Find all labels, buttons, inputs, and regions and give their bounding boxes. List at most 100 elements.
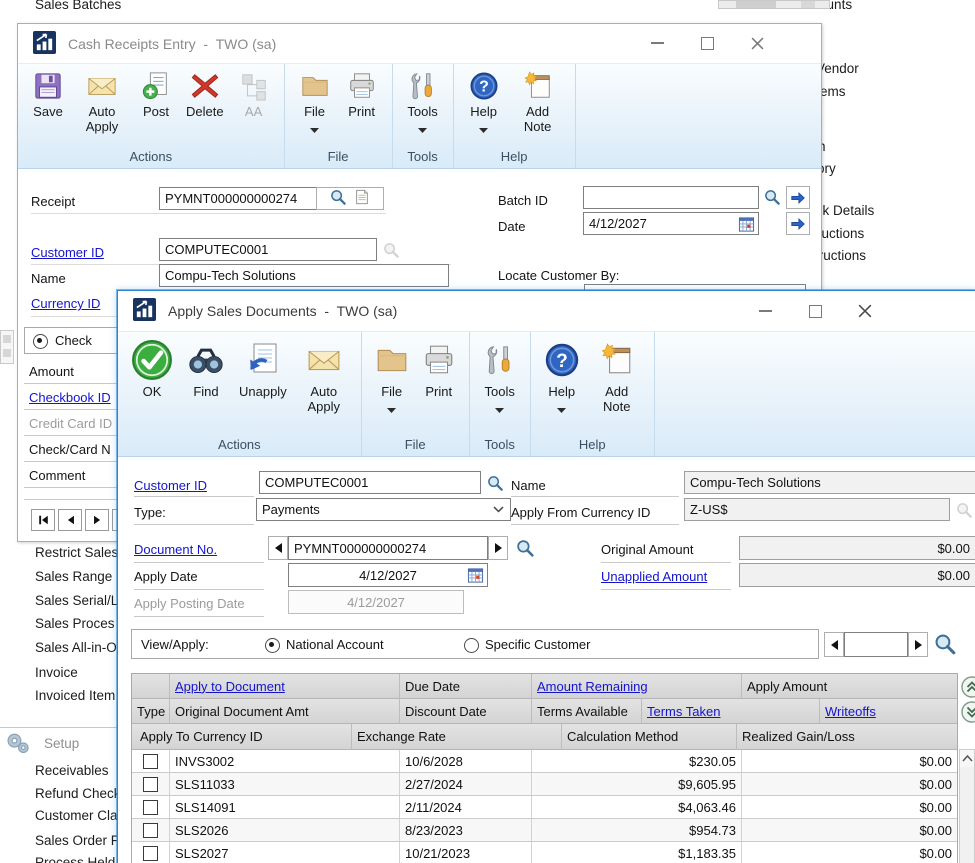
apply-date-field[interactable]: 4/12/2027	[288, 563, 488, 587]
receipt-lookup-group[interactable]	[316, 187, 384, 210]
bg-nav-item[interactable]: Customer Cla	[35, 808, 118, 823]
find-button[interactable]: Find	[186, 337, 226, 400]
national-account-radio[interactable]	[265, 638, 280, 653]
minimize-icon[interactable]	[756, 302, 774, 320]
customer-id-field[interactable]: COMPUTEC0001	[259, 471, 481, 494]
tools-button[interactable]: Tools	[483, 337, 517, 416]
bg-nav-item[interactable]: Sales Range	[35, 569, 112, 584]
lookup-magnifier-icon[interactable]	[330, 189, 347, 209]
unapplied-amount-link[interactable]: Unapplied Amount	[601, 569, 707, 584]
cell-document[interactable]: SLS14091	[175, 800, 236, 815]
document-no-link[interactable]: Document No.	[134, 542, 217, 557]
row-checkbox[interactable]	[143, 777, 158, 792]
customer-next-button[interactable]	[908, 632, 928, 657]
row-checkbox[interactable]	[143, 800, 158, 815]
customer-id-field[interactable]: COMPUTEC0001	[159, 238, 377, 261]
bg-nav-item[interactable]: Invoiced Item	[35, 688, 115, 703]
col-writeoffs[interactable]: Writeoffs	[825, 704, 876, 719]
bg-nav-item[interactable]: nk Details	[815, 203, 874, 218]
auto-apply-button[interactable]: Auto Apply	[300, 337, 348, 414]
minimize-icon[interactable]	[648, 34, 666, 52]
col-terms-taken[interactable]: Terms Taken	[647, 704, 720, 719]
expand-rows-button[interactable]	[961, 676, 975, 698]
bg-nav-sales-batches[interactable]: Sales Batches	[35, 0, 121, 12]
collapse-rows-button[interactable]	[961, 701, 975, 723]
date-goto-button[interactable]	[786, 212, 810, 235]
bg-nav-item[interactable]: Refund Check	[35, 786, 121, 801]
receipt-field[interactable]: PYMNT000000000274	[159, 187, 317, 210]
add-note-button[interactable]: Add Note	[593, 337, 641, 414]
currency-id-link[interactable]: Currency ID	[31, 296, 100, 311]
table-row[interactable]: INVS3002 10/6/2028 $230.05 $0.00	[132, 750, 957, 773]
cell-document[interactable]: SLS2027	[175, 846, 229, 861]
bg-scrollbar-thumb[interactable]	[736, 1, 776, 8]
cell-document[interactable]: INVS3002	[175, 754, 234, 769]
tools-button[interactable]: Tools	[406, 69, 440, 136]
checkbook-id-link[interactable]: Checkbook ID	[29, 390, 111, 405]
bg-nav-item[interactable]: tructions	[815, 248, 866, 263]
bg-nav-item[interactable]: Sales All-in-O	[35, 640, 117, 655]
bg-nav-item[interactable]: ems	[820, 84, 846, 99]
bg-nav-item[interactable]: Sales Order F	[35, 833, 119, 848]
cell-apply-amount[interactable]: $0.00	[919, 823, 952, 838]
vcr-next-icon[interactable]	[85, 509, 109, 531]
close-icon[interactable]	[748, 34, 766, 52]
bg-nav-item[interactable]: Vendor	[816, 61, 859, 76]
row-checkbox[interactable]	[143, 846, 158, 861]
print-button[interactable]: Print	[422, 337, 456, 400]
file-button[interactable]: File	[298, 69, 332, 136]
save-button[interactable]: Save	[31, 69, 65, 120]
table-scrollbar[interactable]	[959, 749, 975, 863]
auto-apply-button[interactable]: Auto Apply	[78, 69, 126, 134]
help-button[interactable]: ? Help	[467, 69, 501, 136]
col-amount-remaining[interactable]: Amount Remaining	[537, 679, 648, 694]
date-field[interactable]: 4/12/2027	[583, 212, 759, 235]
calendar-icon[interactable]	[466, 566, 484, 584]
document-lookup-button[interactable]	[513, 538, 537, 559]
document-next-button[interactable]	[488, 536, 508, 560]
cell-apply-amount[interactable]: $0.00	[919, 800, 952, 815]
cell-apply-amount[interactable]: $0.00	[919, 754, 952, 769]
bg-nav-item[interactable]: ructions	[817, 226, 864, 241]
specific-customer-radio[interactable]	[464, 638, 479, 653]
attach-note-icon[interactable]	[354, 189, 370, 208]
bg-nav-item[interactable]: Restrict Sales	[35, 545, 118, 560]
chevron-down-icon[interactable]	[492, 504, 504, 514]
customer-prev-button[interactable]	[824, 632, 844, 657]
type-dropdown[interactable]: Payments	[256, 498, 511, 521]
unapply-button[interactable]: Unapply	[239, 337, 287, 400]
file-button[interactable]: File	[375, 337, 409, 416]
table-row[interactable]: SLS2026 8/23/2023 $954.73 $0.00	[132, 819, 957, 842]
cell-document[interactable]: SLS2026	[175, 823, 229, 838]
maximize-icon[interactable]	[698, 34, 716, 52]
view-customer-field[interactable]	[844, 632, 908, 657]
scroll-up-icon[interactable]	[960, 750, 974, 767]
add-note-button[interactable]: Add Note	[514, 69, 562, 134]
customer-id-link[interactable]: Customer ID	[134, 478, 207, 493]
check-radio-label[interactable]: Check	[55, 333, 92, 348]
table-row[interactable]: SLS14091 2/11/2024 $4,063.46 $0.00	[132, 796, 957, 819]
bg-scrollbar-fragment[interactable]	[718, 0, 830, 9]
specific-customer-label[interactable]: Specific Customer	[485, 637, 590, 652]
bg-nav-item[interactable]: Invoice	[35, 665, 78, 680]
ok-button[interactable]: OK	[131, 337, 173, 400]
vcr-first-icon[interactable]	[31, 509, 55, 531]
apply-titlebar[interactable]: Apply Sales Documents - TWO (sa)	[118, 291, 975, 331]
row-checkbox[interactable]	[143, 823, 158, 838]
row-checkbox[interactable]	[143, 754, 158, 769]
close-icon[interactable]	[856, 302, 874, 320]
cell-apply-amount[interactable]: $0.00	[919, 846, 952, 861]
cell-document[interactable]: SLS11033	[175, 777, 235, 792]
batch-lookup-button[interactable]	[761, 187, 783, 208]
view-customer-lookup-button[interactable]	[931, 630, 959, 658]
col-apply-to-document[interactable]: Apply to Document	[175, 679, 285, 694]
batch-id-field[interactable]	[583, 186, 759, 209]
print-button[interactable]: Print	[345, 69, 379, 120]
table-row[interactable]: SLS2027 10/21/2023 $1,183.35 $0.00	[132, 842, 957, 863]
cell-apply-amount[interactable]: $0.00	[919, 777, 952, 792]
document-no-field[interactable]: PYMNT000000000274	[288, 536, 488, 560]
customer-id-link[interactable]: Customer ID	[31, 245, 104, 260]
bg-nav-item[interactable]: Receivables	[35, 763, 109, 778]
batch-goto-button[interactable]	[786, 186, 810, 209]
bg-nav-item[interactable]: Sales Proces	[35, 616, 115, 631]
